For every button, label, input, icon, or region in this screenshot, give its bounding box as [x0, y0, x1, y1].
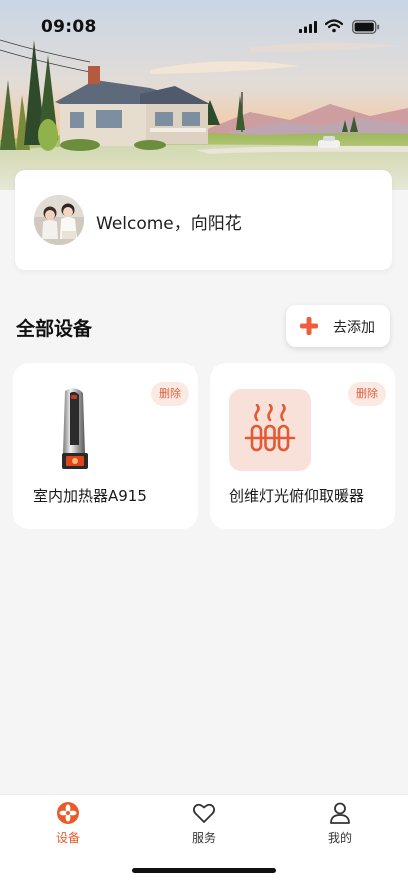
device-thumbnail	[229, 389, 311, 471]
add-device-label: 去添加	[333, 320, 375, 336]
tab-services-label: 服务	[191, 831, 216, 845]
cellular-signal-icon	[299, 21, 317, 33]
tab-profile-label: 我的	[327, 831, 352, 845]
delete-button[interactable]: 删除	[348, 382, 386, 406]
avatar[interactable]	[34, 195, 84, 245]
home-indicator	[132, 868, 276, 873]
add-device-button[interactable]: 去添加	[286, 305, 390, 347]
tab-devices[interactable]: 设备	[28, 795, 108, 851]
section-title: 全部设备	[16, 318, 93, 340]
device-name: 室内加热器A915	[33, 487, 147, 505]
wifi-icon	[325, 19, 343, 33]
fan-icon	[57, 802, 79, 824]
welcome-card[interactable]: Welcome，向阳花	[15, 170, 392, 270]
battery-icon	[352, 20, 380, 34]
person-icon	[330, 802, 350, 824]
tab-services[interactable]: 服务	[164, 795, 244, 851]
plus-icon	[300, 317, 318, 335]
status-time: 09:08	[41, 17, 97, 37]
welcome-text: Welcome，向阳花	[96, 214, 242, 234]
device-card[interactable]: 删除 创维灯光俯仰取暖器	[210, 363, 395, 529]
status-bar: 09:08	[0, 0, 408, 52]
heart-icon	[192, 803, 216, 823]
tab-devices-label: 设备	[55, 831, 80, 845]
delete-button[interactable]: 删除	[151, 382, 189, 406]
device-name: 创维灯光俯仰取暖器	[229, 487, 365, 505]
tab-profile[interactable]: 我的	[300, 795, 380, 851]
heater-waves-icon	[244, 404, 296, 452]
device-card[interactable]: 删除 室内加热器A915	[13, 363, 198, 529]
tower-heater-icon	[53, 387, 97, 477]
